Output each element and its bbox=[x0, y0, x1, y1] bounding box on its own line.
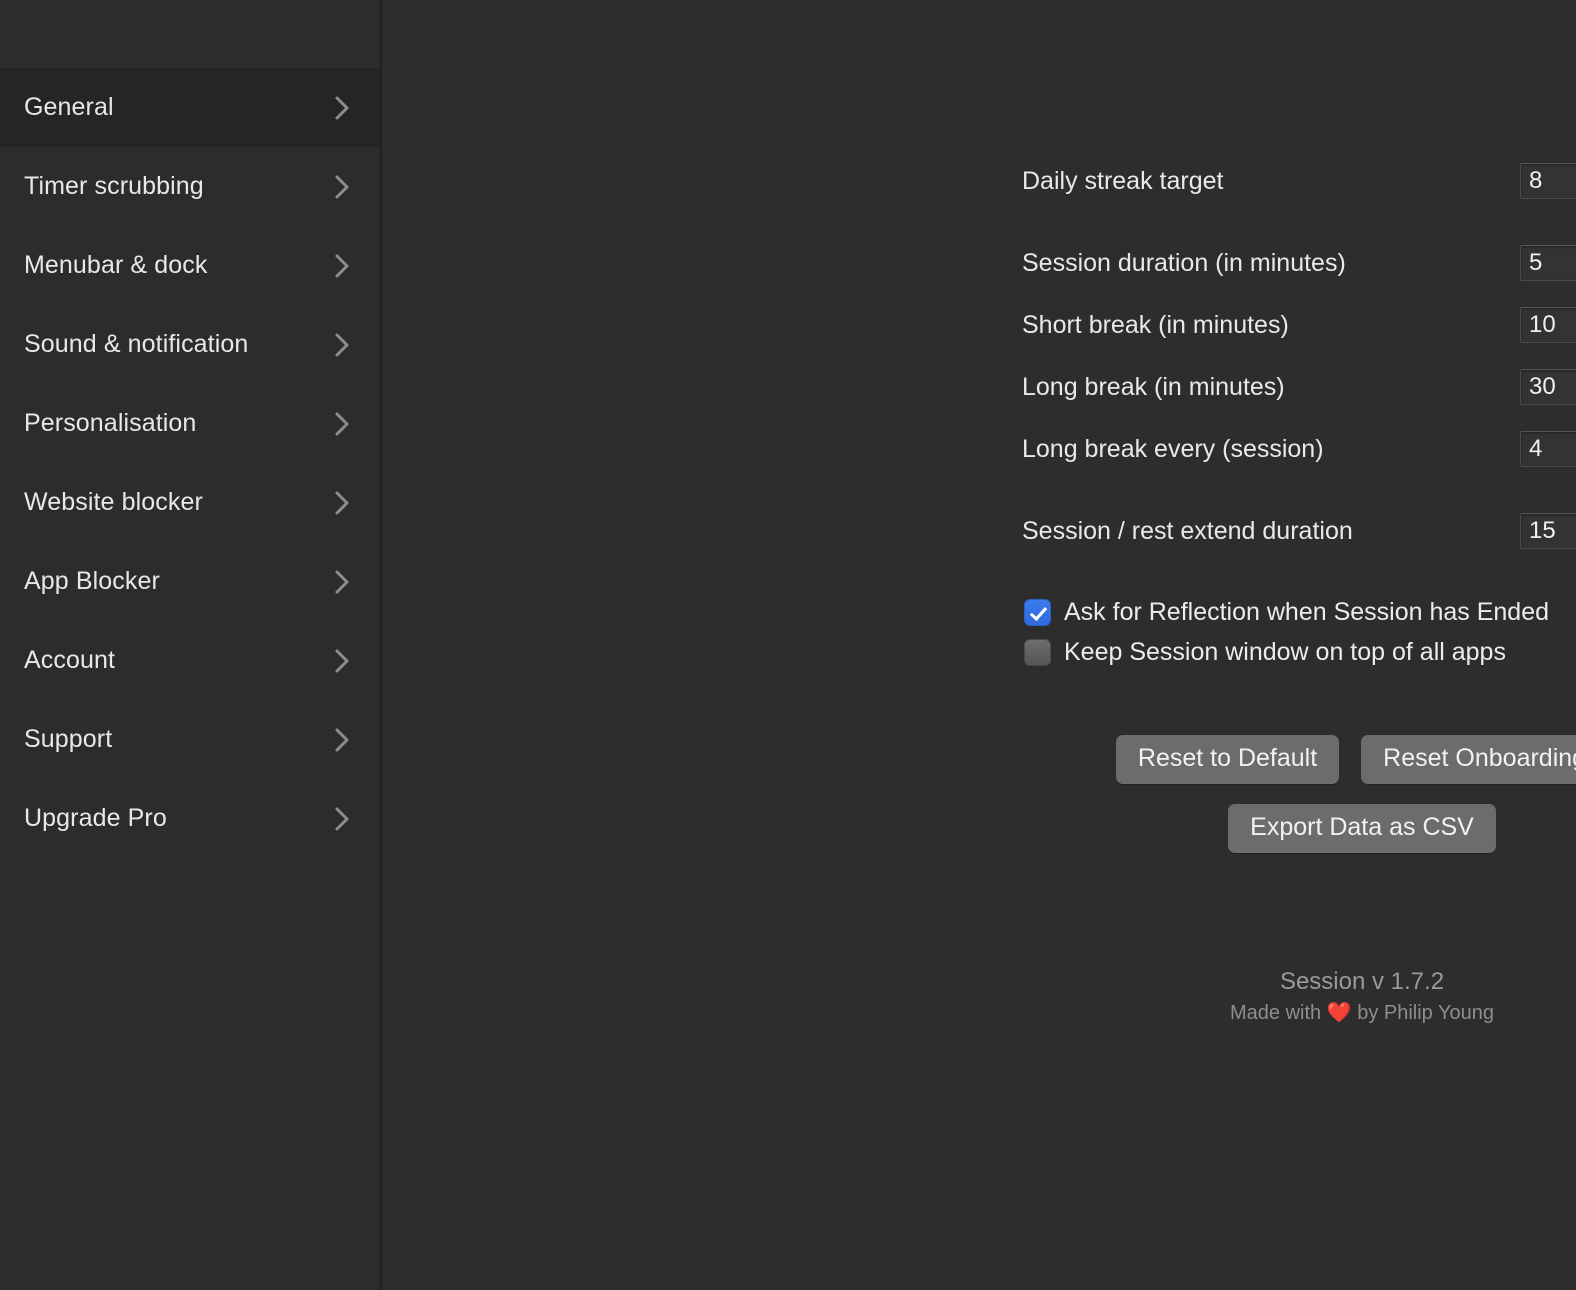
app-version-label: Session v 1.7.2 bbox=[1279, 968, 1445, 995]
settings-window: General Timer scrubbing Menubar & dock S… bbox=[0, 0, 1576, 1290]
sidebar-item-general[interactable]: General bbox=[0, 68, 382, 147]
sidebar-item-menubar-dock[interactable]: Menubar & dock bbox=[0, 226, 382, 305]
chevron-right-icon bbox=[334, 409, 352, 439]
heart-icon: ❤️ bbox=[1326, 1002, 1352, 1024]
app-footer: Session v 1.7.2 Made with ❤️ by Philip Y… bbox=[1022, 965, 1576, 1027]
settings-form: Daily streak target Session duration (in… bbox=[1022, 160, 1576, 672]
sidebar-item-sound-notification[interactable]: Sound & notification bbox=[0, 305, 382, 384]
short-break-input[interactable] bbox=[1520, 307, 1576, 343]
checkbox-unchecked-icon[interactable] bbox=[1024, 638, 1051, 666]
checkbox-row-ask-reflection[interactable]: Ask for Reflection when Session has Ende… bbox=[1024, 592, 1576, 632]
long-break-every-input[interactable] bbox=[1520, 431, 1576, 467]
sidebar-item-label: Personalisation bbox=[24, 409, 197, 437]
chevron-right-icon bbox=[334, 330, 352, 360]
sidebar-item-personalisation[interactable]: Personalisation bbox=[0, 384, 382, 463]
reset-button-row: Reset to Default Reset Onboarding bbox=[1022, 735, 1576, 784]
sidebar-item-app-blocker[interactable]: App Blocker bbox=[0, 542, 382, 621]
field-row-long-break-every: Long break every (session) bbox=[1022, 428, 1576, 470]
sidebar-item-label: Account bbox=[24, 646, 116, 674]
field-row-daily-streak-target: Daily streak target bbox=[1022, 160, 1576, 202]
chevron-right-icon bbox=[334, 725, 352, 755]
long-break-input[interactable] bbox=[1520, 369, 1576, 405]
field-row-session-duration: Session duration (in minutes) bbox=[1022, 242, 1576, 284]
reset-onboarding-button[interactable]: Reset Onboarding bbox=[1361, 735, 1576, 784]
sidebar-item-website-blocker[interactable]: Website blocker bbox=[0, 463, 382, 542]
short-break-label: Short break (in minutes) bbox=[1022, 310, 1289, 339]
ask-reflection-label: Ask for Reflection when Session has Ende… bbox=[1064, 597, 1549, 626]
sidebar-item-label: Timer scrubbing bbox=[24, 172, 204, 200]
chevron-right-icon bbox=[334, 251, 352, 281]
chevron-right-icon bbox=[334, 567, 352, 597]
field-row-long-break: Long break (in minutes) bbox=[1022, 366, 1576, 408]
sidebar-item-label: Sound & notification bbox=[24, 330, 249, 358]
sidebar-item-support[interactable]: Support bbox=[0, 700, 382, 779]
actions-area: Reset to Default Reset Onboarding Export… bbox=[1022, 735, 1576, 853]
keep-on-top-label: Keep Session window on top of all apps bbox=[1064, 637, 1506, 666]
sidebar-item-label: Menubar & dock bbox=[24, 251, 208, 279]
checkbox-row-keep-on-top[interactable]: Keep Session window on top of all apps bbox=[1024, 632, 1576, 672]
checkbox-checked-icon[interactable] bbox=[1024, 598, 1051, 626]
session-duration-input[interactable] bbox=[1520, 245, 1576, 281]
sidebar-item-account[interactable]: Account bbox=[0, 621, 382, 700]
long-break-every-label: Long break every (session) bbox=[1022, 434, 1324, 463]
sidebar-item-label: Upgrade Pro bbox=[24, 804, 167, 832]
credit-prefix: Made with bbox=[1230, 1002, 1327, 1024]
field-row-extend-duration: Session / rest extend duration bbox=[1022, 510, 1576, 552]
session-duration-label: Session duration (in minutes) bbox=[1022, 248, 1346, 277]
extend-duration-label: Session / rest extend duration bbox=[1022, 516, 1353, 545]
chevron-right-icon bbox=[334, 172, 352, 202]
long-break-label: Long break (in minutes) bbox=[1022, 372, 1285, 401]
credit-suffix: by Philip Young bbox=[1351, 1002, 1494, 1024]
export-data-csv-button[interactable]: Export Data as CSV bbox=[1228, 804, 1496, 853]
chevron-right-icon bbox=[334, 804, 352, 834]
daily-streak-target-label: Daily streak target bbox=[1022, 166, 1224, 195]
sidebar-item-label: Support bbox=[24, 725, 113, 753]
sidebar-item-label: General bbox=[24, 93, 114, 121]
chevron-right-icon bbox=[334, 488, 352, 518]
sidebar-item-timer-scrubbing[interactable]: Timer scrubbing bbox=[0, 147, 382, 226]
field-row-short-break: Short break (in minutes) bbox=[1022, 304, 1576, 346]
export-button-row: Export Data as CSV bbox=[1022, 804, 1576, 853]
sidebar-item-label: App Blocker bbox=[24, 567, 160, 595]
sidebar-item-label: Website blocker bbox=[24, 488, 203, 516]
sidebar-item-upgrade-pro[interactable]: Upgrade Pro bbox=[0, 779, 382, 858]
chevron-right-icon bbox=[334, 93, 352, 123]
reset-to-default-button[interactable]: Reset to Default bbox=[1115, 735, 1340, 784]
general-settings-panel: Daily streak target Session duration (in… bbox=[382, 0, 1576, 1290]
sidebar: General Timer scrubbing Menubar & dock S… bbox=[0, 0, 382, 1290]
chevron-right-icon bbox=[334, 646, 352, 676]
app-credit-label: Made with ❤️ by Philip Young bbox=[1022, 999, 1576, 1027]
daily-streak-target-input[interactable] bbox=[1520, 163, 1576, 199]
extend-duration-input[interactable] bbox=[1520, 513, 1576, 549]
